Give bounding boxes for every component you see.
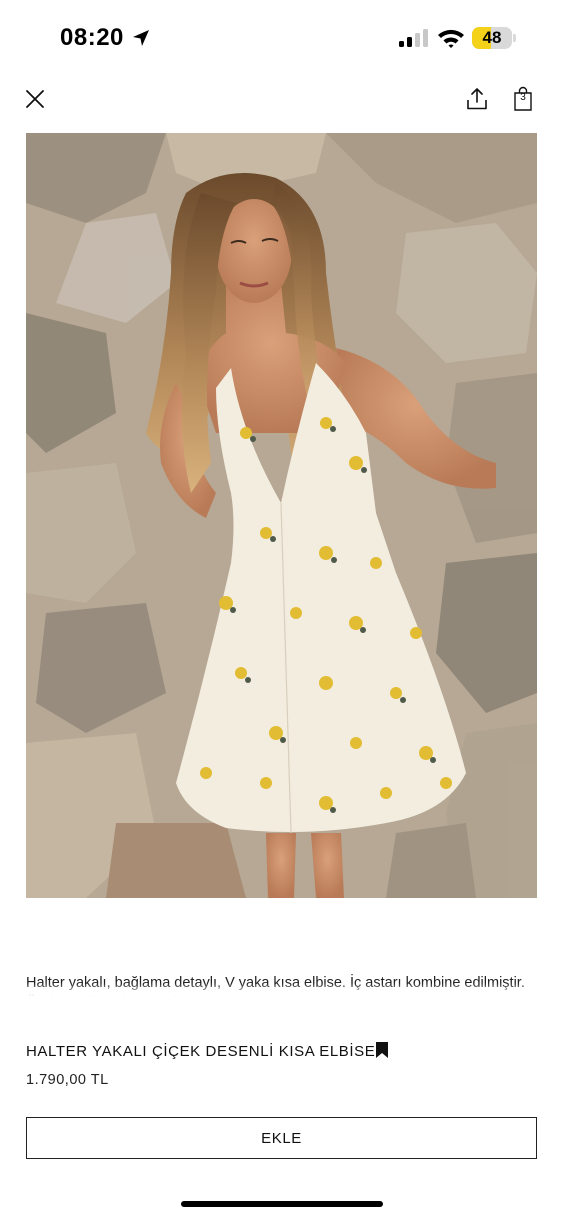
battery-tip: [513, 34, 516, 42]
share-icon: [467, 88, 487, 110]
share-button[interactable]: [463, 85, 491, 113]
battery-level-label: 48: [482, 28, 502, 47]
home-indicator[interactable]: [181, 1201, 383, 1207]
product-price: 1.790,00 TL: [26, 1072, 109, 1088]
battery-icon: 48: [472, 27, 516, 49]
description-fade: [26, 983, 537, 1003]
add-to-cart-button[interactable]: EKLE: [26, 1117, 537, 1159]
close-icon: [26, 90, 44, 108]
shopping-bag-button[interactable]: 3: [511, 86, 535, 112]
close-button[interactable]: [22, 86, 48, 112]
status-time: 08:20: [60, 24, 124, 51]
cellular-signal-icon: [399, 29, 428, 47]
product-title: HALTER YAKALI ÇİÇEK DESENLİ KISA ELBİSE: [26, 1043, 376, 1060]
location-arrow-icon: [133, 30, 149, 46]
bag-count: 3: [520, 92, 526, 103]
product-photo: [26, 133, 537, 898]
product-image[interactable]: [26, 133, 537, 898]
status-bar: 08:20 48: [0, 0, 563, 74]
bookmark-icon[interactable]: [374, 1041, 390, 1059]
product-description[interactable]: Halter yakalı, bağlama detaylı, V yaka k…: [26, 973, 537, 1003]
wifi-icon: [438, 29, 464, 48]
